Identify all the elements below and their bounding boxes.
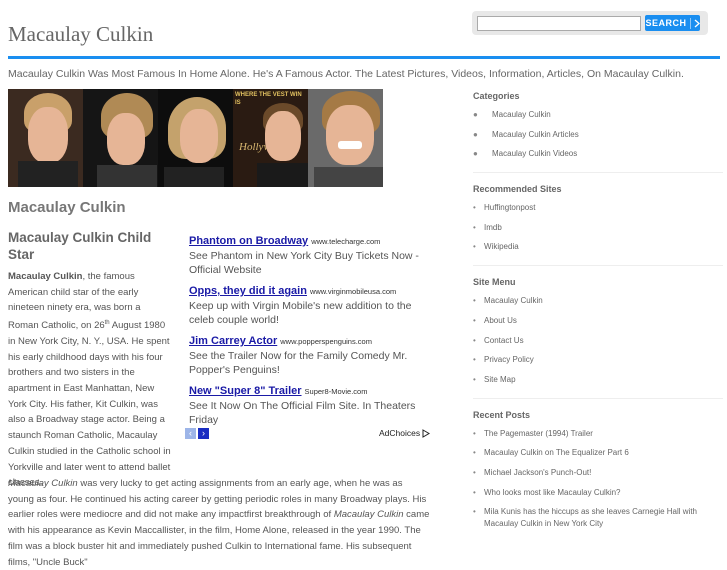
- adchoices-label: AdChoices: [379, 428, 421, 438]
- ad-title-link[interactable]: Phantom on Broadway: [189, 235, 308, 247]
- ad-title-link[interactable]: New "Super 8" Trailer: [189, 385, 302, 397]
- banner-image: WHERE THE VEST WIN IS Hollywood: [8, 89, 383, 187]
- ad-description: Keep up with Virgin Mobile's new additio…: [189, 300, 412, 326]
- ad-item: Jim Carrey Actor www.popperspenguins.com …: [189, 333, 429, 377]
- ad-url[interactable]: Super8-Movie.com: [305, 387, 368, 396]
- recommended-item[interactable]: • Wikipedia: [473, 241, 723, 253]
- sidebar-heading-menu: Site Menu: [473, 277, 516, 288]
- divider: [473, 265, 723, 267]
- recent-posts-list: • The Pagemaster (1994) Trailer • Macaulay…: [473, 428, 723, 530]
- banner-overlay-word: WHERE: [235, 92, 258, 98]
- ad-next-button[interactable]: ›: [198, 428, 209, 439]
- ad-url[interactable]: www.telecharge.com: [311, 237, 380, 246]
- photo-4: WHERE THE VEST WIN IS Hollywood: [233, 89, 308, 187]
- menu-item[interactable]: • Contact Us: [473, 335, 723, 347]
- photo-1: [8, 89, 83, 187]
- header-rule: [8, 56, 720, 59]
- photo-5: [308, 89, 383, 187]
- sidebar-heading-categories: Categories: [473, 91, 520, 101]
- recent-post-item[interactable]: • Mila Kunis has the hiccups as she leave…: [473, 506, 704, 530]
- intro-text-cont: August 1980 in New York City, N. Y., USA…: [8, 320, 171, 489]
- banner-overlay-word: WIN: [290, 92, 302, 98]
- recent-post-item[interactable]: • The Pagemaster (1994) Trailer: [473, 428, 723, 440]
- sidebar: Categories ● Macaulay Culkin ● Macaulay Cu…: [473, 91, 723, 542]
- ad-description: See It Now On The Official Film Site. In…: [189, 400, 416, 426]
- ad-description: See Phantom in New York City Buy Tickets…: [189, 250, 419, 276]
- recent-post-item[interactable]: • Macaulay Culkin on The Equalizer Part 6: [473, 447, 723, 459]
- recent-post-item[interactable]: • Who looks most like Macaulay Culkin?: [473, 487, 723, 499]
- site-tagline: Macaulay Culkin Was Most Famous In Home …: [8, 68, 684, 80]
- recommended-list: • Huffingtonpost • Imdb • Wikipedia: [473, 202, 723, 253]
- photo-3: [158, 89, 233, 187]
- recent-post-item[interactable]: • Michael Jackson's Punch-Out!: [473, 467, 723, 479]
- ad-item: Phantom on Broadway www.telecharge.com Se…: [189, 233, 429, 277]
- menu-item[interactable]: • Privacy Policy: [473, 354, 723, 366]
- ad-description: See the Trailer Now for the Family Comed…: [189, 350, 408, 376]
- banner-overlay-word: VEST: [272, 92, 289, 98]
- sidebar-heading-recommended: Recommended Sites: [473, 184, 562, 195]
- search-button-label: SEARCH: [645, 18, 687, 28]
- chevron-right-icon: [694, 19, 700, 27]
- sidebar-heading-recent: Recent Posts: [473, 409, 531, 420]
- photo-2: [83, 89, 158, 187]
- menu-item[interactable]: • Site Map: [473, 374, 723, 386]
- article-paragraph: Macaulay Culkin was very lucky to get ac…: [8, 476, 430, 570]
- category-item[interactable]: ● Macaulay Culkin Articles: [473, 129, 723, 141]
- ad-prev-button[interactable]: ‹: [185, 428, 196, 439]
- article-intro: Macaulay Culkin, the famous American chi…: [8, 269, 173, 491]
- search-bar: SEARCH: [472, 11, 708, 35]
- menu-item[interactable]: • Macaulay Culkin: [473, 295, 723, 307]
- divider: [473, 397, 723, 399]
- intro-name: Macaulay Culkin: [8, 271, 83, 282]
- categories-list: ● Macaulay Culkin ● Macaulay Culkin Articl…: [473, 109, 723, 160]
- ad-item: New "Super 8" Trailer Super8-Movie.com Se…: [189, 383, 429, 427]
- ad-title-link[interactable]: Jim Carrey Actor: [189, 335, 277, 347]
- menu-item[interactable]: • About Us: [473, 315, 723, 327]
- banner-overlay-word: THE: [259, 92, 272, 98]
- adchoices-link[interactable]: AdChoices: [379, 428, 431, 438]
- page-heading: Macaulay Culkin: [8, 199, 126, 216]
- paragraph-name-2: Macaulay Culkin: [333, 509, 404, 521]
- search-input[interactable]: [477, 16, 641, 31]
- recommended-item[interactable]: • Imdb: [473, 222, 723, 234]
- category-item[interactable]: ● Macaulay Culkin Videos: [473, 148, 723, 160]
- ad-block: Phantom on Broadway www.telecharge.com Se…: [189, 233, 429, 433]
- adchoices-icon: [422, 428, 431, 438]
- ad-title-link[interactable]: Opps, they did it again: [189, 285, 307, 297]
- site-title[interactable]: Macaulay Culkin: [8, 22, 153, 47]
- recommended-item[interactable]: • Huffingtonpost: [473, 202, 723, 214]
- paragraph-name: Macaulay Culkin: [8, 478, 78, 489]
- divider: [473, 172, 723, 174]
- article-subheading: Macaulay Culkin Child Star: [8, 230, 152, 262]
- divider: [689, 17, 691, 29]
- ad-url[interactable]: www.virginmobileusa.com: [310, 287, 396, 296]
- ad-pagination: ‹ ›: [185, 428, 209, 439]
- ad-url[interactable]: www.popperspenguins.com: [280, 337, 372, 346]
- site-menu-list: • Macaulay Culkin • About Us • Contact Us •…: [473, 295, 723, 385]
- ad-item: Opps, they did it again www.virginmobileu…: [189, 283, 429, 327]
- search-button[interactable]: SEARCH: [645, 15, 700, 31]
- banner-overlay-word: IS: [235, 100, 241, 106]
- category-item[interactable]: ● Macaulay Culkin: [473, 109, 723, 121]
